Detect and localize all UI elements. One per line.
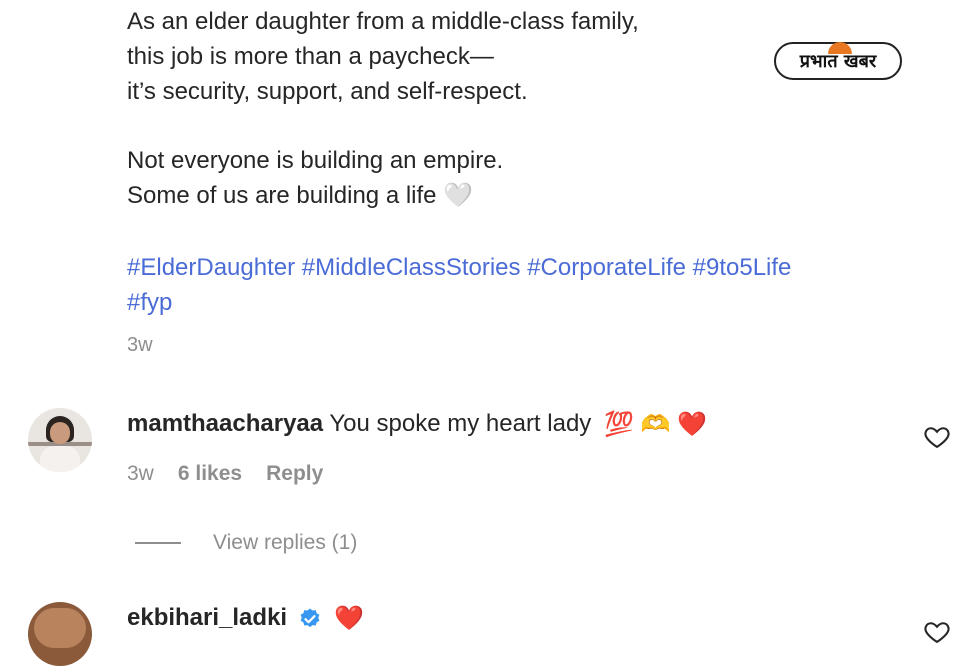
caption-line: this job is more than a paycheck— [127, 43, 494, 70]
caption-line: As an elder daughter from a middle-class… [127, 8, 639, 35]
view-replies[interactable]: View replies (1) [135, 531, 357, 555]
hashtag-links[interactable]: #ElderDaughter #MiddleClassStories #Corp… [127, 250, 791, 285]
comment-meta: 3w 6 likes Reply [127, 462, 323, 486]
logo-text: प्रभात खबर [799, 51, 877, 72]
comment-emojis: ❤️ [334, 605, 365, 633]
comment-row: ekbihari_ladki ❤️ [127, 604, 364, 633]
view-replies-label[interactable]: View replies (1) [213, 531, 357, 555]
caption-line: it’s security, support, and self-respect… [127, 78, 528, 105]
verified-badge-icon [300, 608, 320, 627]
comment-row: mamthaacharyaa You spoke my heart lady 💯… [127, 410, 707, 439]
comment-username[interactable]: mamthaacharyaa [127, 410, 323, 437]
comment-emojis: 💯 🫶 ❤️ [603, 411, 707, 439]
caption-line: Not everyone is building an empire. [127, 147, 504, 174]
prabhat-khabar-logo: प्रभात खबर [774, 42, 902, 80]
post-timestamp: 3w [127, 334, 153, 356]
post-hashtags: #ElderDaughter #MiddleClassStories #Corp… [127, 250, 791, 320]
comment-likes[interactable]: 6 likes [178, 462, 242, 486]
reply-button[interactable]: Reply [266, 462, 323, 486]
like-heart-icon[interactable] [923, 423, 951, 451]
comment-time: 3w [127, 462, 154, 485]
avatar[interactable] [28, 408, 92, 472]
replies-divider [135, 542, 181, 544]
caption-line: Some of us are building a life 🤍 [127, 182, 474, 209]
like-heart-icon[interactable] [923, 618, 951, 646]
hashtag-link-fyp[interactable]: #fyp [127, 285, 791, 320]
comment-text: You spoke my heart lady [329, 410, 592, 437]
avatar[interactable] [28, 602, 92, 666]
post-caption: As an elder daughter from a middle-class… [127, 4, 639, 213]
comment-username[interactable]: ekbihari_ladki [127, 604, 287, 631]
